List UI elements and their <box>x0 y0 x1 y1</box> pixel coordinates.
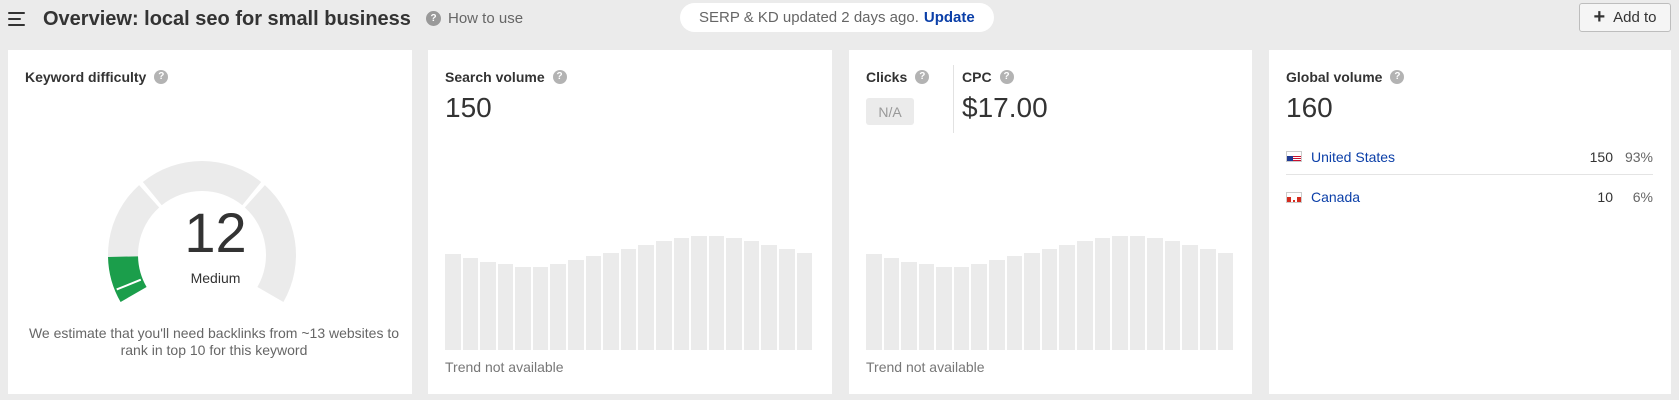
clicks-cpc-card: Clicks ? N/A CPC ? $17.00 Trend not avai… <box>849 50 1252 394</box>
keyword-difficulty-card: Keyword difficulty ? 12 Medium We estima… <box>8 50 412 394</box>
trend-placeholder-bar <box>1217 252 1234 350</box>
top-header: Overview: local seo for small business ?… <box>0 0 1679 40</box>
us-flag-icon <box>1286 151 1302 162</box>
country-percent: 93% <box>1624 148 1653 165</box>
kd-level: Medium <box>190 270 241 286</box>
clicks-value-badge: N/A <box>866 98 914 125</box>
trend-placeholder-bar <box>901 261 917 350</box>
trend-placeholder-bar <box>866 253 882 350</box>
trend-placeholder-bar <box>515 266 531 350</box>
kd-value: 12 <box>184 201 247 264</box>
trend-placeholder-bar <box>603 252 619 350</box>
help-icon: ? <box>426 11 441 26</box>
trend-placeholder-bar <box>1182 244 1198 350</box>
sv-label-wrap: Search volume ? <box>445 69 567 85</box>
cpc-value: $17.00 <box>962 92 1048 123</box>
country-volume: 150 <box>1589 148 1613 165</box>
trend-placeholder-bar <box>918 264 935 350</box>
add-to-label: Add to <box>1613 9 1657 26</box>
sv-value: 150 <box>445 92 492 123</box>
trend-placeholder-bar <box>936 266 952 350</box>
kd-help-icon[interactable]: ? <box>154 70 169 84</box>
clicks-label-wrap: Clicks ? <box>866 69 930 85</box>
sv-trend-placeholder <box>445 220 813 350</box>
search-volume-card: Search volume ? 150 Trend not available <box>428 50 832 394</box>
trend-placeholder-bar <box>1006 256 1023 350</box>
update-status-pill: SERP & KD updated 2 days ago. Update <box>680 3 994 32</box>
trend-placeholder-bar <box>532 266 549 350</box>
menu-icon[interactable] <box>8 12 25 26</box>
page-title: Overview: local seo for small business <box>43 8 411 30</box>
trend-placeholder-bar <box>1024 252 1040 350</box>
clicks-help-icon[interactable]: ? <box>915 70 930 84</box>
sv-trend-label: Trend not available <box>445 359 564 375</box>
trend-placeholder-bar <box>1041 248 1058 350</box>
trend-placeholder-bar <box>743 240 760 350</box>
trend-placeholder-bar <box>462 257 479 350</box>
country-link-ca[interactable]: Canada <box>1311 189 1553 205</box>
gv-help-icon[interactable]: ? <box>1390 70 1405 84</box>
clicks-trend-label: Trend not available <box>866 359 985 375</box>
trend-placeholder-bar <box>445 253 461 350</box>
global-volume-card: Global volume ? 160 United States 150 93… <box>1269 50 1671 394</box>
trend-placeholder-bar <box>655 240 672 350</box>
trend-placeholder-bar <box>1059 244 1075 350</box>
trend-placeholder-bar <box>1199 248 1216 350</box>
trend-placeholder-bar <box>1076 240 1093 350</box>
update-status-text: SERP & KD updated 2 days ago. <box>699 9 919 26</box>
country-row: Canada 10 6% <box>1286 179 1653 215</box>
country-percent: 6% <box>1632 189 1653 205</box>
gv-label-wrap: Global volume ? <box>1286 69 1405 85</box>
sv-label: Search volume <box>445 69 545 85</box>
trend-placeholder-bar <box>585 256 602 350</box>
gv-label: Global volume <box>1286 69 1383 85</box>
trend-placeholder-bar <box>620 248 637 350</box>
add-to-button[interactable]: + Add to <box>1579 3 1671 32</box>
trend-placeholder-bar <box>497 264 514 350</box>
trend-placeholder-bar <box>708 235 725 350</box>
how-to-use-label: How to use <box>448 10 524 27</box>
trend-placeholder-bar <box>796 252 813 350</box>
clicks-cpc-divider <box>953 65 954 133</box>
trend-placeholder-bar <box>568 260 584 350</box>
kd-gauge-segment-mid <box>142 161 262 206</box>
country-row: United States 150 93% <box>1286 139 1653 175</box>
cpc-help-icon[interactable]: ? <box>999 70 1014 84</box>
kd-description: We estimate that you'll need backlinks f… <box>28 325 400 358</box>
trend-placeholder-bar <box>778 248 795 350</box>
trend-placeholder-bar <box>953 266 970 350</box>
country-link-us[interactable]: United States <box>1311 149 1553 165</box>
kd-gauge: 12 Medium <box>108 135 323 305</box>
kd-label-wrap: Keyword difficulty ? <box>25 69 169 85</box>
trend-placeholder-bar <box>550 264 567 350</box>
how-to-use-link[interactable]: ? How to use <box>426 10 523 27</box>
clicks-label: Clicks <box>866 69 908 85</box>
trend-placeholder-bar <box>989 260 1005 350</box>
trend-placeholder-bar <box>971 264 988 350</box>
trend-placeholder-bar <box>1094 238 1111 350</box>
plus-icon: + <box>1593 5 1606 28</box>
sv-help-icon[interactable]: ? <box>552 70 567 84</box>
trend-placeholder-bar <box>691 235 707 350</box>
cpc-label: CPC <box>962 69 992 85</box>
trend-placeholder-bar <box>1164 240 1181 350</box>
clicks-trend-placeholder <box>866 220 1234 350</box>
trend-placeholder-bar <box>1129 235 1146 350</box>
trend-placeholder-bar <box>1112 235 1128 350</box>
trend-placeholder-bar <box>673 238 690 350</box>
gv-value: 160 <box>1286 92 1333 123</box>
trend-placeholder-bar <box>1147 238 1163 350</box>
trend-placeholder-bar <box>761 244 777 350</box>
country-volume: 10 <box>1597 189 1613 205</box>
trend-placeholder-bar <box>638 244 654 350</box>
trend-placeholder-bar <box>480 261 496 350</box>
trend-placeholder-bar <box>883 257 900 350</box>
update-link[interactable]: Update <box>924 9 975 26</box>
ca-flag-icon <box>1286 191 1302 203</box>
trend-placeholder-bar <box>726 238 742 350</box>
cpc-label-wrap: CPC ? <box>962 69 1014 85</box>
kd-label: Keyword difficulty <box>25 69 147 85</box>
